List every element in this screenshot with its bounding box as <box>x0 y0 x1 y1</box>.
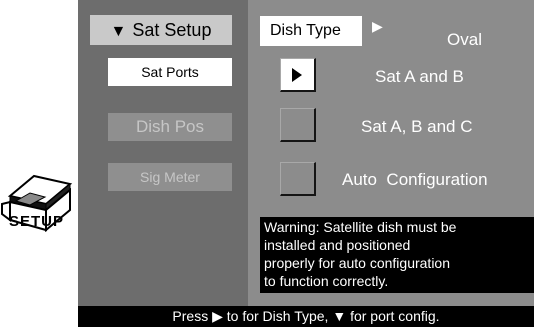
warning-line: properly for auto configuration <box>264 255 450 271</box>
dish-type-value: Oval <box>447 30 482 49</box>
menu-item-sat-ports[interactable]: Sat Ports <box>108 58 232 86</box>
menu-item-label: Dish Pos <box>135 117 205 136</box>
triangle-right-icon: ▶ <box>372 18 383 34</box>
option-checkbox-auto-config[interactable] <box>280 162 316 196</box>
menu-item-dish-pos: Dish Pos <box>108 113 232 141</box>
footer-hint: Press ▶ to for Dish Type, ▼ for port con… <box>78 306 534 327</box>
option-label-sat-a-b: Sat A and B <box>375 67 464 86</box>
option-checkbox-sat-a-b[interactable] <box>280 58 316 92</box>
option-label-auto-config: Auto Configuration <box>342 170 488 189</box>
tab-label: Dish Type <box>270 22 341 39</box>
menu-item-label: Sig Meter <box>140 169 200 185</box>
play-icon <box>292 68 302 82</box>
option-checkbox-sat-a-b-c[interactable] <box>280 108 316 142</box>
menu-item-label: Sat Ports <box>141 64 199 80</box>
sidebar <box>78 0 248 306</box>
tab-dish-type[interactable]: Dish Type <box>260 16 362 46</box>
menu-item-sig-meter: Sig Meter <box>108 163 232 191</box>
triangle-down-icon: ▼ <box>110 23 127 40</box>
option-label-sat-a-b-c: Sat A, B and C <box>361 117 473 136</box>
warning-line: installed and positioned <box>264 237 411 253</box>
warning-box: Warning: Satellite dish must be installe… <box>260 217 534 293</box>
warning-line: Warning: Satellite dish must be <box>264 219 457 235</box>
footer-text: Press ▶ to for Dish Type, ▼ for port con… <box>172 308 440 324</box>
setup-label: SETUP <box>9 213 65 230</box>
warning-line: to function correctly. <box>264 273 389 289</box>
menu-title-label: Sat Setup <box>132 20 212 40</box>
menu-sat-setup[interactable]: ▼ Sat Setup <box>90 15 232 45</box>
